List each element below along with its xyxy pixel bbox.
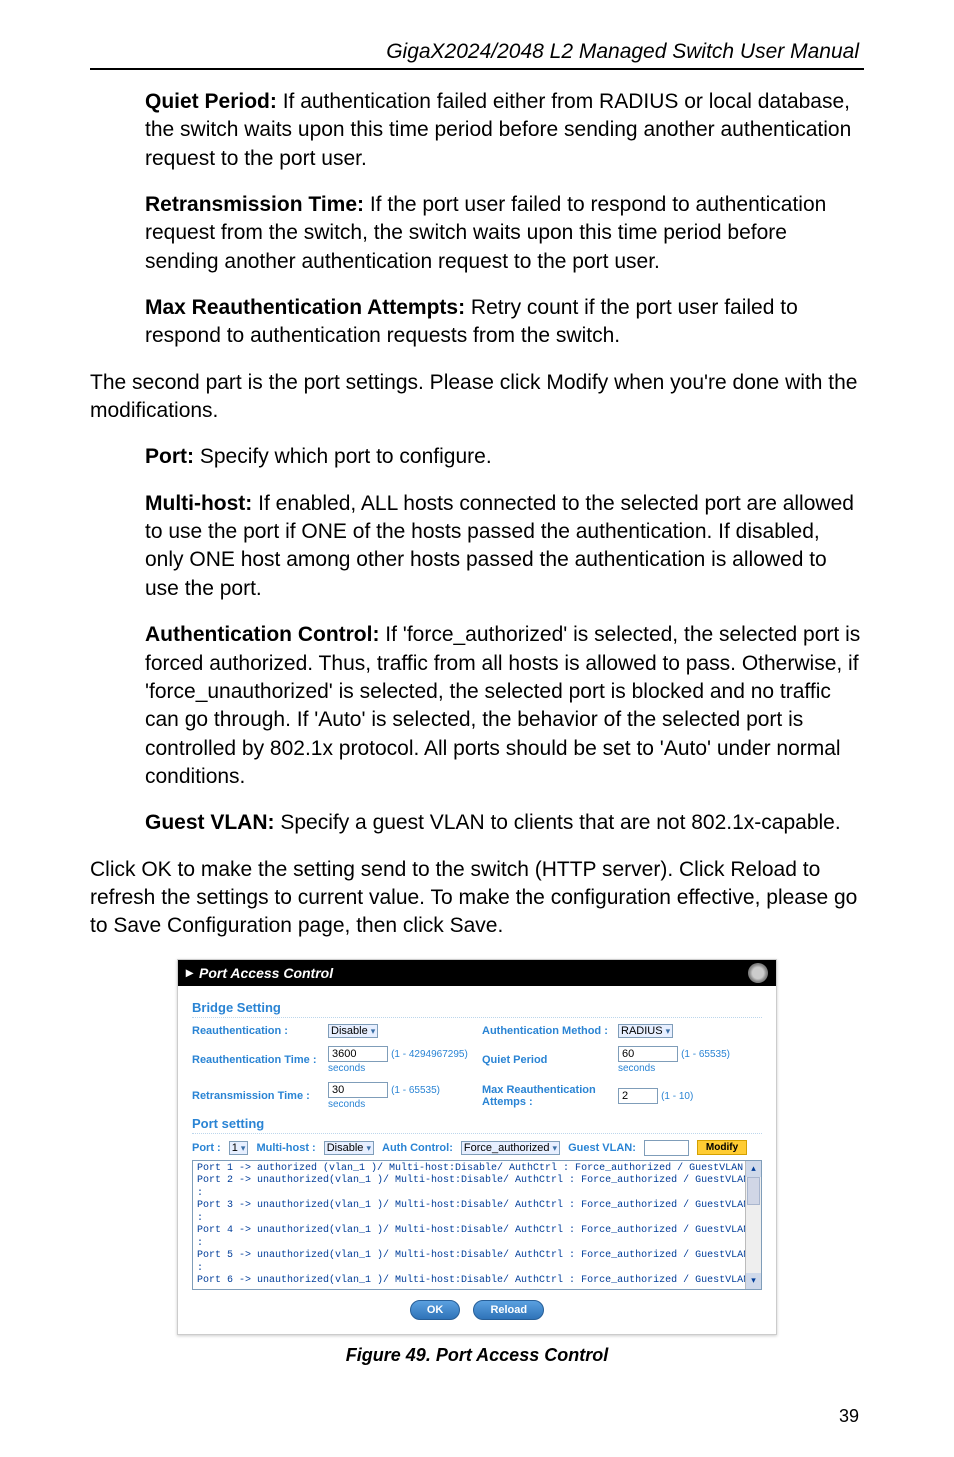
port-access-panel: ▸ Port Access Control Bridge Setting Rea…	[177, 959, 777, 1335]
expand-icon[interactable]: ▸	[186, 964, 193, 981]
reload-button[interactable]: Reload	[473, 1300, 544, 1320]
label-quiet-period: Quiet Period:	[145, 90, 277, 113]
para-authctrl: Authentication Control: If 'force_author…	[90, 621, 864, 791]
list-row[interactable]: Port 4 -> unauthorized(vlan_1 )/ Multi-h…	[197, 1225, 757, 1250]
list-row[interactable]: Port 2 -> unauthorized(vlan_1 )/ Multi-h…	[197, 1175, 757, 1200]
para-quiet-period: Quiet Period: If authentication failed e…	[90, 88, 864, 173]
fld-maxreauth-label: Max Reauthentication Attemps :	[482, 1084, 608, 1108]
list-row[interactable]: Port 1 -> authorized (vlan_1 )/ Multi-ho…	[197, 1163, 757, 1176]
text-guestvlan: Specify a guest VLAN to clients that are…	[275, 811, 841, 834]
doc-title: GigaX2024/2048 L2 Managed Switch User Ma…	[90, 40, 864, 64]
list-row[interactable]: Port 6 -> unauthorized(vlan_1 )/ Multi-h…	[197, 1275, 757, 1290]
panel-titlebar: ▸ Port Access Control	[178, 960, 776, 986]
ps-ac-select[interactable]: Force_authorized ▾	[461, 1141, 560, 1155]
maxreauth-hint: (1 - 10)	[661, 1091, 693, 1102]
reauth-select[interactable]: Disable ▾	[328, 1024, 378, 1038]
list-row[interactable]: Port 5 -> unauthorized(vlan_1 )/ Multi-h…	[197, 1250, 757, 1275]
chevron-down-icon: ▾	[241, 1143, 246, 1153]
scrollbar[interactable]: ▴ ▾	[745, 1161, 761, 1289]
label-multihost: Multi-host:	[145, 492, 252, 515]
ps-gv-input[interactable]	[644, 1140, 689, 1156]
ps-ac-label: Auth Control:	[382, 1142, 453, 1154]
second-part-pre: The second part is the port settings. Pl…	[90, 371, 546, 394]
panel-title: Port Access Control	[199, 965, 333, 981]
fld-reauth-label: Reauthentication :	[192, 1025, 318, 1037]
ps-mh-label: Multi-host :	[256, 1142, 315, 1154]
ps-mh-select[interactable]: Disable ▾	[324, 1141, 374, 1155]
para-second-part: The second part is the port settings. Pl…	[90, 369, 864, 426]
maxreauth-input[interactable]	[618, 1088, 658, 1104]
ps-gv-label: Guest VLAN:	[568, 1142, 636, 1154]
scroll-thumb[interactable]	[747, 1177, 760, 1205]
second-part-bold: Modify	[546, 371, 608, 394]
fld-reauthtime-label: Reauthentication Time :	[192, 1054, 318, 1066]
para-maxreauth: Max Reauthentication Attempts: Retry cou…	[90, 294, 864, 351]
button-row: OK Reload	[192, 1300, 762, 1320]
method-select[interactable]: RADIUS ▾	[618, 1024, 673, 1038]
chevron-down-icon: ▾	[553, 1143, 558, 1153]
chevron-down-icon: ▾	[366, 1143, 371, 1153]
label-authctrl: Authentication Control:	[145, 623, 379, 646]
bridge-grid: Reauthentication : Disable ▾ Authenticat…	[192, 1024, 762, 1110]
list-content: Port 1 -> authorized (vlan_1 )/ Multi-ho…	[197, 1163, 757, 1290]
para-multihost: Multi-host: If enabled, ALL hosts connec…	[90, 490, 864, 603]
label-port: Port:	[145, 445, 194, 468]
fld-method-label: Authentication Method :	[482, 1025, 608, 1037]
figure-wrap: ▸ Port Access Control Bridge Setting Rea…	[90, 959, 864, 1366]
modify-button[interactable]: Modify	[697, 1140, 747, 1155]
port-list[interactable]: Port 1 -> authorized (vlan_1 )/ Multi-ho…	[192, 1160, 762, 1290]
para-click: Click OK to make the setting send to the…	[90, 856, 864, 941]
fld-retrans-label: Retransmission Time :	[192, 1090, 318, 1102]
reauthtime-input[interactable]	[328, 1046, 388, 1062]
label-guestvlan: Guest VLAN:	[145, 811, 275, 834]
page-number: 39	[90, 1406, 864, 1427]
text-authctrl: If 'force_authorized' is selected, the s…	[145, 623, 860, 788]
ok-button[interactable]: OK	[410, 1300, 461, 1320]
port-setting-row: Port : 1 ▾ Multi-host : Disable ▾ Auth C…	[192, 1140, 762, 1156]
list-row[interactable]: Port 3 -> unauthorized(vlan_1 )/ Multi-h…	[197, 1200, 757, 1225]
label-retrans: Retransmission Time:	[145, 193, 364, 216]
scroll-track[interactable]	[746, 1177, 761, 1273]
fld-quiet-label: Quiet Period	[482, 1054, 608, 1066]
scroll-up-icon[interactable]: ▴	[746, 1161, 761, 1177]
label-maxreauth: Max Reauthentication Attempts:	[145, 296, 465, 319]
para-guestvlan: Guest VLAN: Specify a guest VLAN to clie…	[90, 809, 864, 837]
figure-caption: Figure 49. Port Access Control	[90, 1345, 864, 1366]
text-multihost: If enabled, ALL hosts connected to the s…	[145, 492, 854, 600]
scroll-down-icon[interactable]: ▾	[746, 1273, 761, 1289]
retrans-input[interactable]	[328, 1082, 388, 1098]
para-retrans: Retransmission Time: If the port user fa…	[90, 191, 864, 276]
gear-icon	[748, 963, 768, 983]
chevron-down-icon: ▾	[371, 1026, 376, 1036]
section-bridge: Bridge Setting	[192, 1000, 762, 1018]
ps-port-label: Port :	[192, 1142, 221, 1154]
text-port: Specify which port to configure.	[194, 445, 492, 468]
quiet-input[interactable]	[618, 1046, 678, 1062]
section-port: Port setting	[192, 1116, 762, 1134]
chevron-down-icon: ▾	[666, 1026, 671, 1036]
title-underline	[90, 68, 864, 70]
para-port: Port: Specify which port to configure.	[90, 443, 864, 471]
ps-port-select[interactable]: 1 ▾	[229, 1141, 249, 1155]
